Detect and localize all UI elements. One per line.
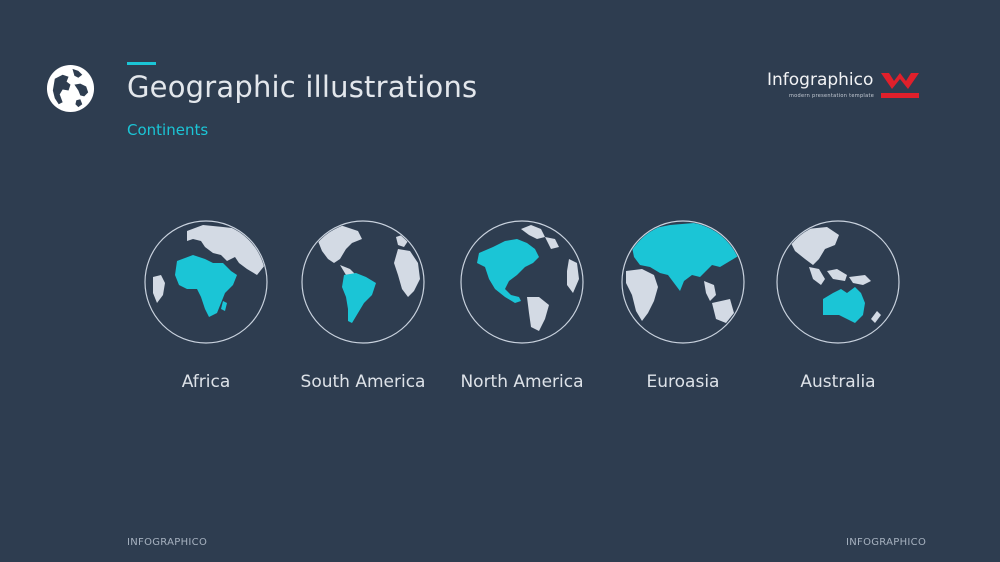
infographico-logo-icon <box>881 73 919 98</box>
continent-label-australia: Australia <box>800 372 876 392</box>
globe-icon <box>46 64 95 113</box>
euroasia-globe-icon <box>621 220 745 344</box>
page-title: Geographic illustrations <box>127 70 478 104</box>
africa-globe-icon <box>144 220 268 344</box>
continent-card-south-america: South America <box>283 219 443 392</box>
continent-label-north-america: North America <box>460 372 584 392</box>
continent-card-africa: Africa <box>126 219 286 392</box>
footer-left-text: INFOGRAPHICO <box>127 537 208 548</box>
continent-label-euroasia: Euroasia <box>646 372 720 392</box>
continent-card-australia: Australia <box>758 219 918 392</box>
australia-globe-icon <box>776 220 900 344</box>
south-america-globe-icon <box>301 220 425 344</box>
continent-label-south-america: South America <box>300 372 426 392</box>
brand-name: Infographico <box>767 70 874 90</box>
continent-card-north-america: North America <box>442 219 602 392</box>
brand-block: Infographico modern presentation templat… <box>767 70 927 104</box>
continent-card-euroasia: Euroasia <box>603 219 763 392</box>
continent-label-africa: Africa <box>181 372 231 392</box>
footer-right-text: INFOGRAPHICO <box>846 537 927 548</box>
page-subtitle: Continents <box>127 121 209 139</box>
accent-bar <box>127 62 156 65</box>
north-america-globe-icon <box>460 220 584 344</box>
brand-tagline: modern presentation template <box>789 93 875 99</box>
